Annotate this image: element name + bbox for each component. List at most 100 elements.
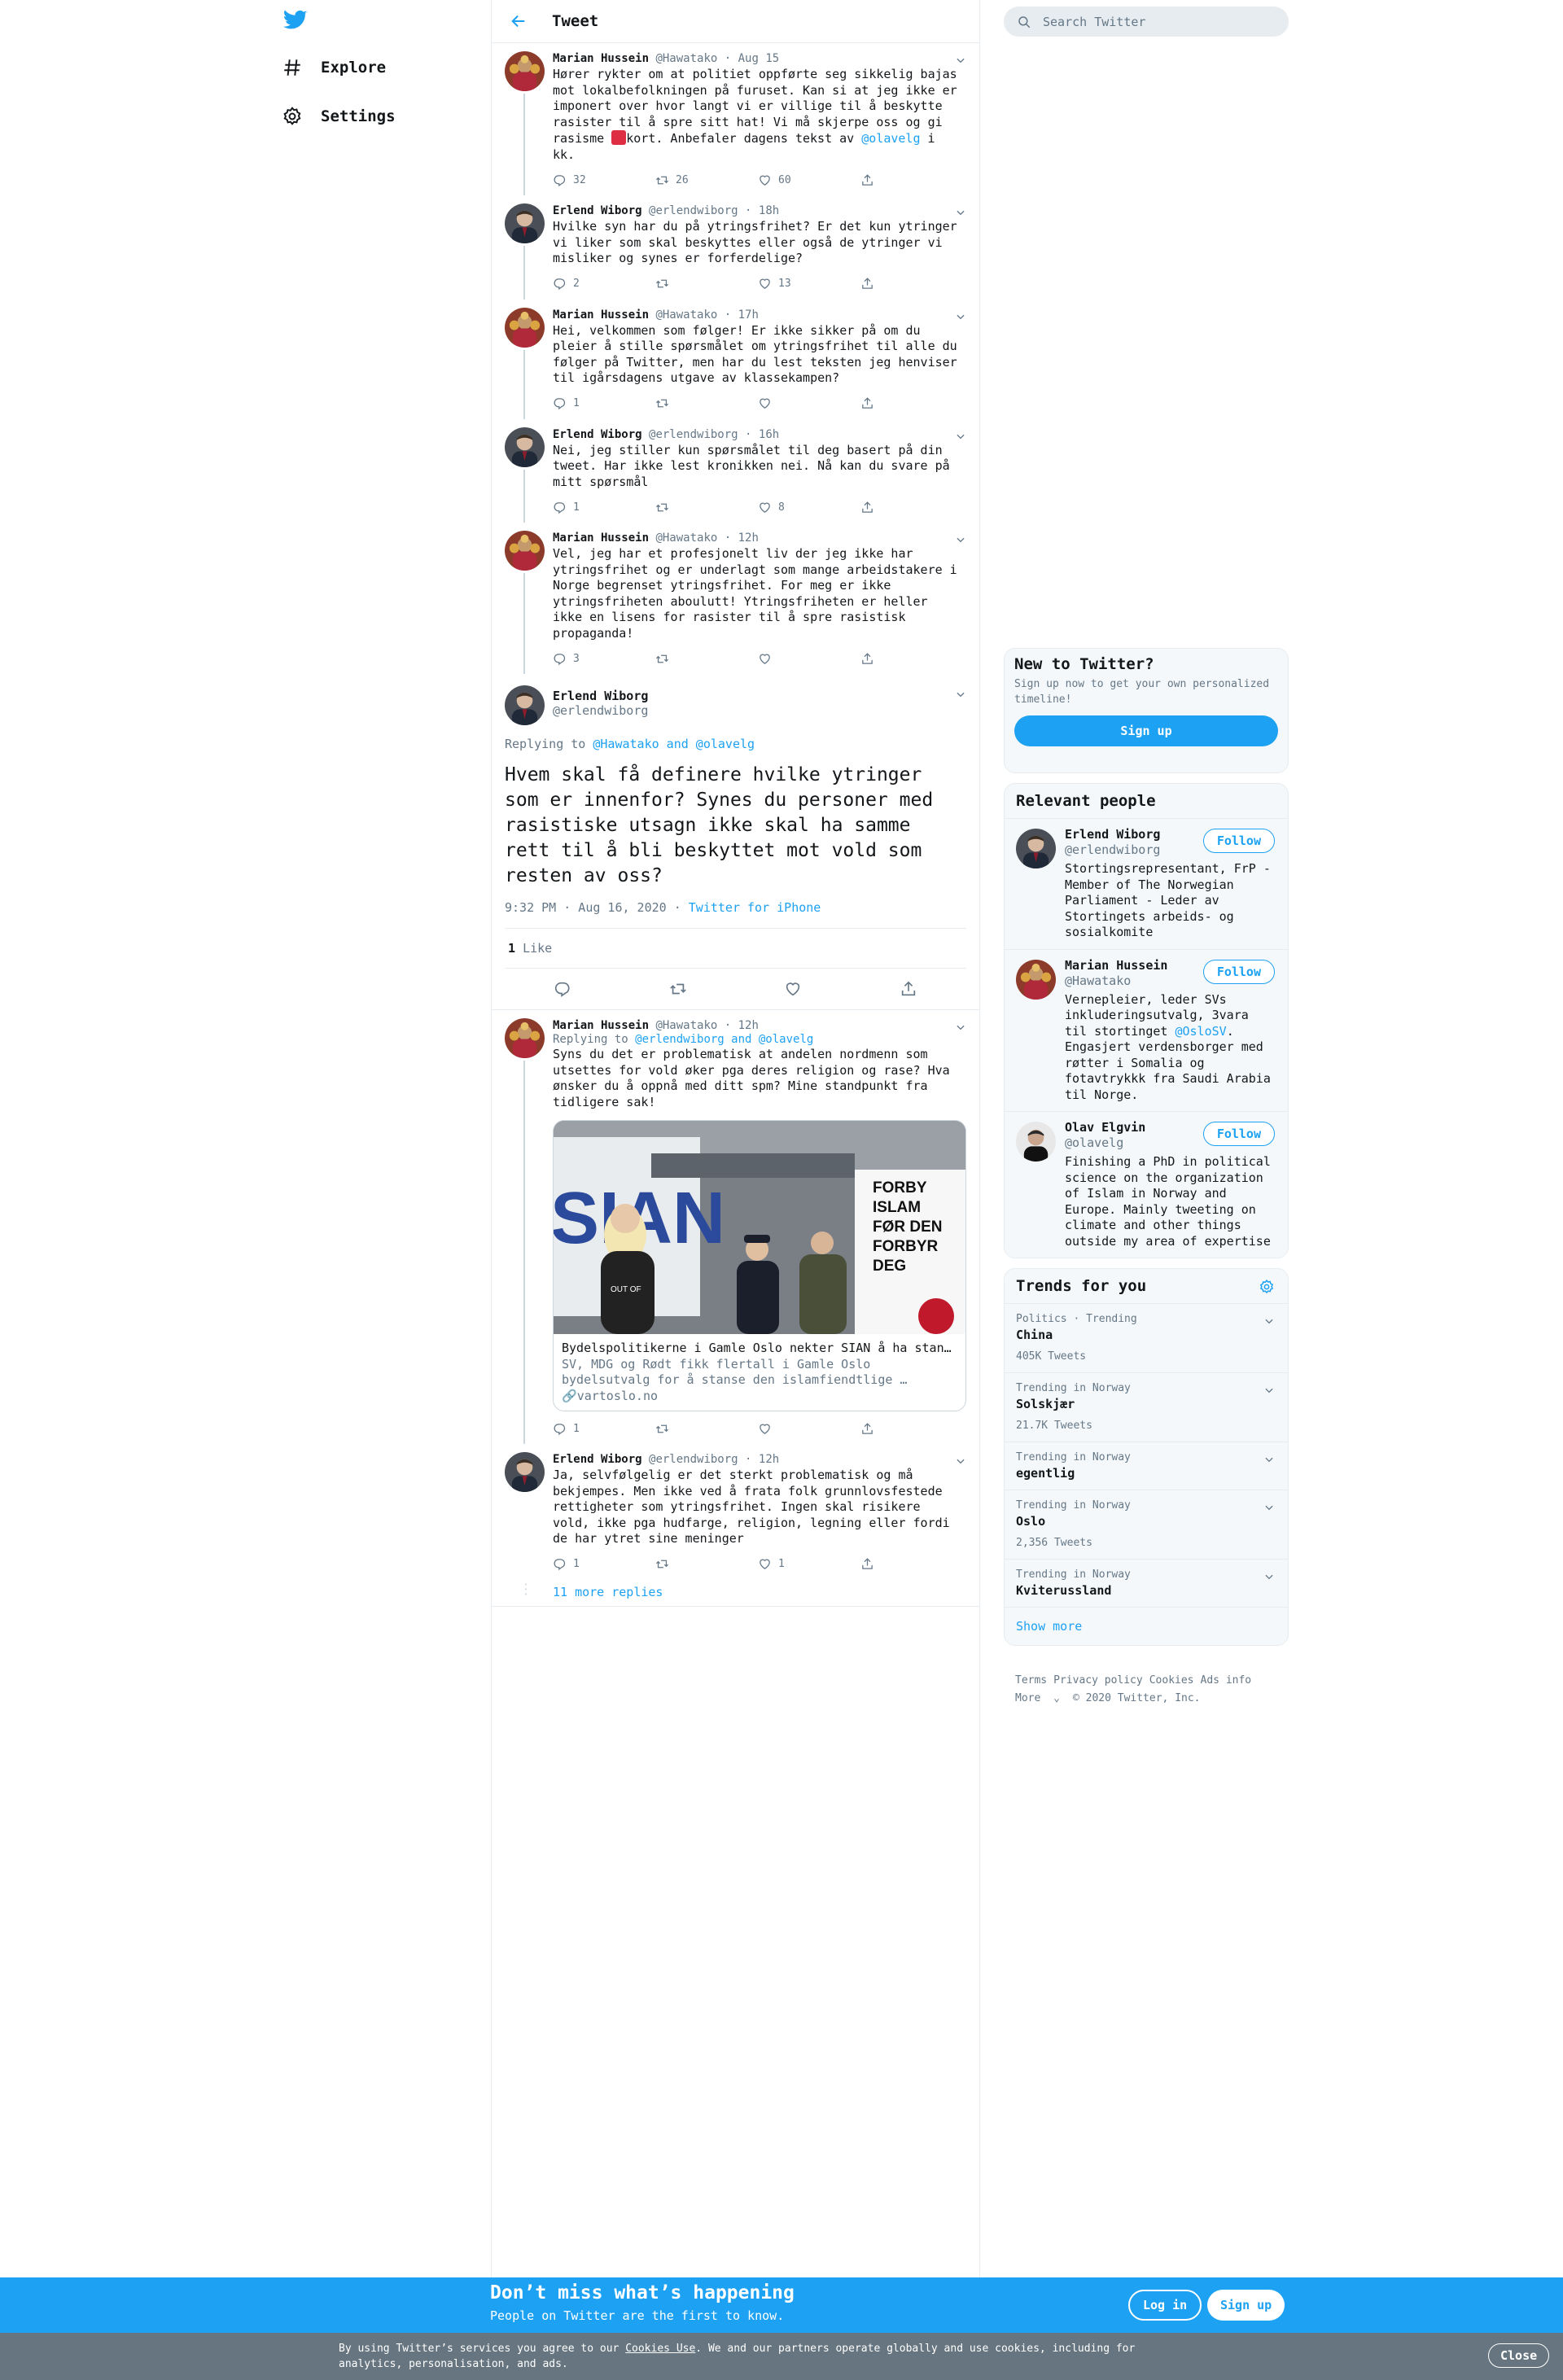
share-button[interactable] [860,652,963,666]
like-button[interactable]: 60 [758,173,860,187]
chevron-down-icon[interactable] [955,55,966,66]
author-name[interactable]: Erlend Wiborg [553,689,966,703]
retweet-button[interactable] [655,396,758,410]
tweet-timestamp[interactable]: 12h [738,532,759,545]
share-icon[interactable] [900,980,917,998]
person-card[interactable]: Follow Olav Elgvin @olavelg Finishing a … [1005,1111,1288,1258]
author-name[interactable]: Marian Hussein [553,308,649,322]
heart-icon[interactable] [784,980,802,998]
tweet-timestamp[interactable]: 16h [759,428,779,441]
link-card[interactable]: SIAN OUT OF FORBY [553,1120,966,1411]
author-name[interactable]: Erlend Wiborg [553,428,642,441]
footer-more-link[interactable]: More ⌄ [1015,1692,1066,1704]
more-replies-link[interactable]: · · · 11 more replies [492,1580,979,1607]
author-handle[interactable]: @Hawatako [655,52,717,65]
sign-up-button[interactable]: Sign up [1014,715,1278,746]
footer-privacy-link[interactable]: Privacy policy [1053,1674,1143,1687]
trend-item[interactable]: Politics · Trending China 405K Tweets [1005,1303,1288,1372]
sign-up-button[interactable]: Sign up [1207,2290,1285,2321]
chevron-down-icon[interactable] [955,689,966,700]
like-button[interactable]: 13 [758,277,860,291]
author-name[interactable]: Marian Hussein [553,1019,649,1032]
footer-ads-link[interactable]: Ads info [1201,1674,1252,1687]
tweet-source[interactable]: Twitter for iPhone [689,900,821,915]
share-button[interactable] [860,173,963,187]
share-button[interactable] [860,501,963,514]
reply-button[interactable]: 1 [553,396,655,410]
mention-link[interactable]: @olavelg [861,131,920,146]
reply-button[interactable]: 1 [553,501,655,514]
like-button[interactable]: 1 [758,1557,860,1571]
trend-item[interactable]: Trending in Norway Kviterussland [1005,1559,1288,1607]
share-button[interactable] [860,396,963,410]
person-card[interactable]: Follow Marian Hussein @Hawatako Verneple… [1005,948,1288,1112]
author-name[interactable]: Marian Hussein [553,52,649,65]
close-button[interactable]: Close [1488,2343,1550,2368]
replying-to-link[interactable]: @erlendwiborg and @olavelg [635,1033,813,1046]
cookies-use-link[interactable]: Cookies Use [625,2343,695,2355]
author-handle[interactable]: @Hawatako [655,1019,717,1032]
avatar[interactable] [505,427,545,467]
avatar[interactable] [505,51,545,91]
author-handle[interactable]: @Hawatako [655,308,717,322]
retweet-button[interactable] [655,1422,758,1436]
likes-count[interactable]: 1 Like [505,929,966,969]
reply-button[interactable]: 1 [553,1422,655,1436]
reply-button[interactable]: 1 [553,1557,655,1571]
chevron-down-icon[interactable] [1263,1502,1275,1513]
author-name[interactable]: Erlend Wiborg [553,204,642,217]
footer-terms-link[interactable]: Terms [1015,1674,1047,1687]
replying-to-link[interactable]: @Hawatako and @olavelg [593,737,755,751]
retweet-button[interactable] [655,652,758,666]
gear-icon[interactable] [1259,1279,1275,1295]
chevron-down-icon[interactable] [955,1022,966,1033]
footer-cookies-link[interactable]: Cookies [1149,1674,1194,1687]
tweet-timestamp[interactable]: Aug 15 [738,52,780,65]
tweet-timestamp[interactable]: 17h [738,308,759,322]
chevron-down-icon[interactable] [1263,1385,1275,1396]
avatar[interactable] [505,203,545,243]
author-handle[interactable]: @erlendwiborg [649,1453,738,1466]
reply-button[interactable]: 3 [553,652,655,666]
twitter-bird-icon[interactable] [283,10,314,34]
share-button[interactable] [860,1422,963,1436]
thread-tweet[interactable]: Marian Hussein @Hawatako · 12h Vel, jeg … [492,523,979,674]
mention-link[interactable]: @OsloSV [1175,1024,1226,1039]
reply-button[interactable]: 32 [553,173,655,187]
avatar[interactable] [505,308,545,348]
retweet-button[interactable]: 26 [655,173,758,187]
author-name[interactable]: Marian Hussein [553,532,649,545]
avatar[interactable] [505,531,545,571]
chevron-down-icon[interactable] [955,431,966,442]
tweet-timestamp[interactable]: 12h [759,1453,779,1466]
thread-tweet[interactable]: Marian Hussein @Hawatako · Aug 15 Hører … [492,43,979,195]
trend-item[interactable]: Trending in Norway egentlig [1005,1442,1288,1490]
author-handle[interactable]: @erlendwiborg [649,204,738,217]
follow-button[interactable]: Follow [1202,959,1275,984]
follow-button[interactable]: Follow [1202,829,1275,853]
retweet-button[interactable] [655,277,758,291]
like-button[interactable] [758,396,860,410]
chevron-down-icon[interactable] [955,534,966,545]
share-button[interactable] [860,1557,963,1571]
chevron-down-icon[interactable] [955,207,966,218]
thread-tweet[interactable]: Marian Hussein @Hawatako · 17h Hei, velk… [492,300,979,419]
share-button[interactable] [860,277,963,291]
log-in-button[interactable]: Log in [1128,2290,1202,2321]
author-handle[interactable]: @erlendwiborg [649,428,738,441]
avatar[interactable] [505,685,545,725]
avatar[interactable] [1016,829,1056,868]
search-input[interactable]: Search Twitter [1004,7,1289,37]
tweet-timestamp[interactable]: 12h [738,1019,759,1032]
chevron-down-icon[interactable] [955,1455,966,1467]
chevron-down-icon[interactable] [1263,1315,1275,1327]
retweet-icon[interactable] [669,980,687,998]
avatar[interactable] [505,1452,545,1492]
chevron-down-icon[interactable] [1263,1454,1275,1465]
back-arrow-icon[interactable] [492,12,528,30]
thread-tweet[interactable]: Erlend Wiborg @erlendwiborg · 16h Nei, j… [492,419,979,523]
reply-icon[interactable] [554,980,571,998]
retweet-button[interactable] [655,1557,758,1571]
avatar[interactable] [1016,960,1056,1000]
show-more-link[interactable]: Show more [1005,1607,1288,1645]
